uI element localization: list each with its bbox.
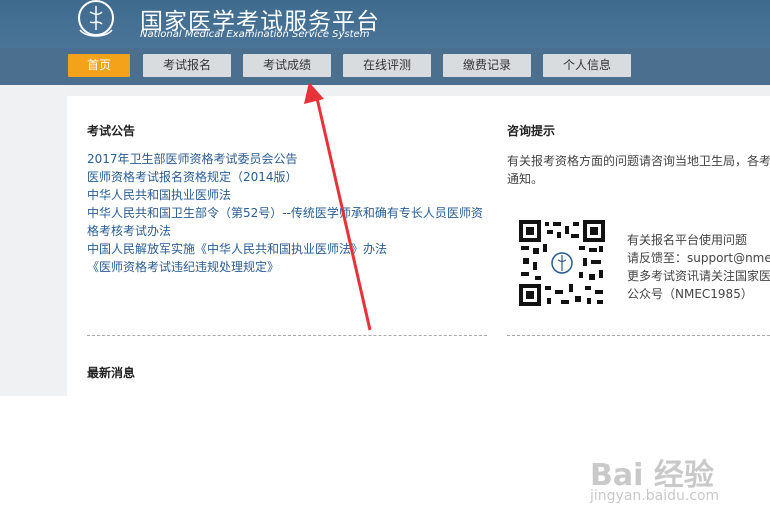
divider — [507, 335, 770, 336]
nav-exam-registration[interactable]: 考试报名 — [143, 54, 231, 77]
notice-link[interactable]: 中华人民共和国卫生部令（第52号）--传统医学师承和确有专长人员医师资格考核考试… — [87, 204, 485, 240]
qr-code — [519, 220, 605, 306]
qr-info-line: 请反馈至：support@nmec — [627, 251, 770, 265]
main-nav: 首页 考试报名 考试成绩 在线评测 缴费记录 个人信息 — [0, 48, 770, 85]
site-header: 国家医学考试服务平台 National Medical Examination … — [0, 0, 770, 48]
notice-link[interactable]: 《医师资格考试违纪违规处理规定》 — [87, 258, 487, 276]
watermark-url: jingyan.baidu.com — [590, 488, 720, 504]
tips-line: 通知。 — [507, 172, 544, 186]
tips-title: 咨询提示 — [507, 124, 556, 138]
qr-info-line: 有关报名平台使用问题 — [627, 233, 748, 247]
notice-link[interactable]: 2017年卫生部医师资格考试委员会公告 — [87, 150, 487, 168]
notice-link[interactable]: 中国人民解放军实施《中华人民共和国执业医师法》办法 — [87, 240, 487, 258]
nav-personal-info[interactable]: 个人信息 — [543, 54, 631, 77]
emblem-icon — [78, 0, 114, 37]
qr-info-line: 公众号（NMEC1985） — [627, 287, 753, 301]
notice-link[interactable]: 医师资格考试报名资格规定（2014版） — [87, 168, 487, 186]
left-gutter-lower — [0, 396, 67, 526]
tips-line: 有关报考资格方面的问题请咨询当地卫生局，各考 — [507, 154, 770, 168]
divider — [87, 335, 487, 336]
nav-exam-scores[interactable]: 考试成绩 — [243, 54, 331, 77]
nav-home[interactable]: 首页 — [68, 54, 130, 77]
nav-online-assessment[interactable]: 在线评测 — [343, 54, 431, 77]
left-gutter — [0, 85, 67, 396]
site-subtitle: National Medical Examination Service Sys… — [140, 29, 370, 40]
qr-info-line: 更多考试资讯请关注国家医 — [627, 269, 770, 283]
notice-title: 考试公告 — [87, 124, 136, 138]
watermark: Bai 经验 jingyan.baidu.com — [590, 450, 719, 504]
notice-link[interactable]: 中华人民共和国执业医师法 — [87, 186, 487, 204]
nav-payment-records[interactable]: 缴费记录 — [443, 54, 531, 77]
news-title: 最新消息 — [87, 366, 136, 380]
tips-text: 有关报考资格方面的问题请咨询当地卫生局，各考 通知。 — [507, 152, 770, 188]
